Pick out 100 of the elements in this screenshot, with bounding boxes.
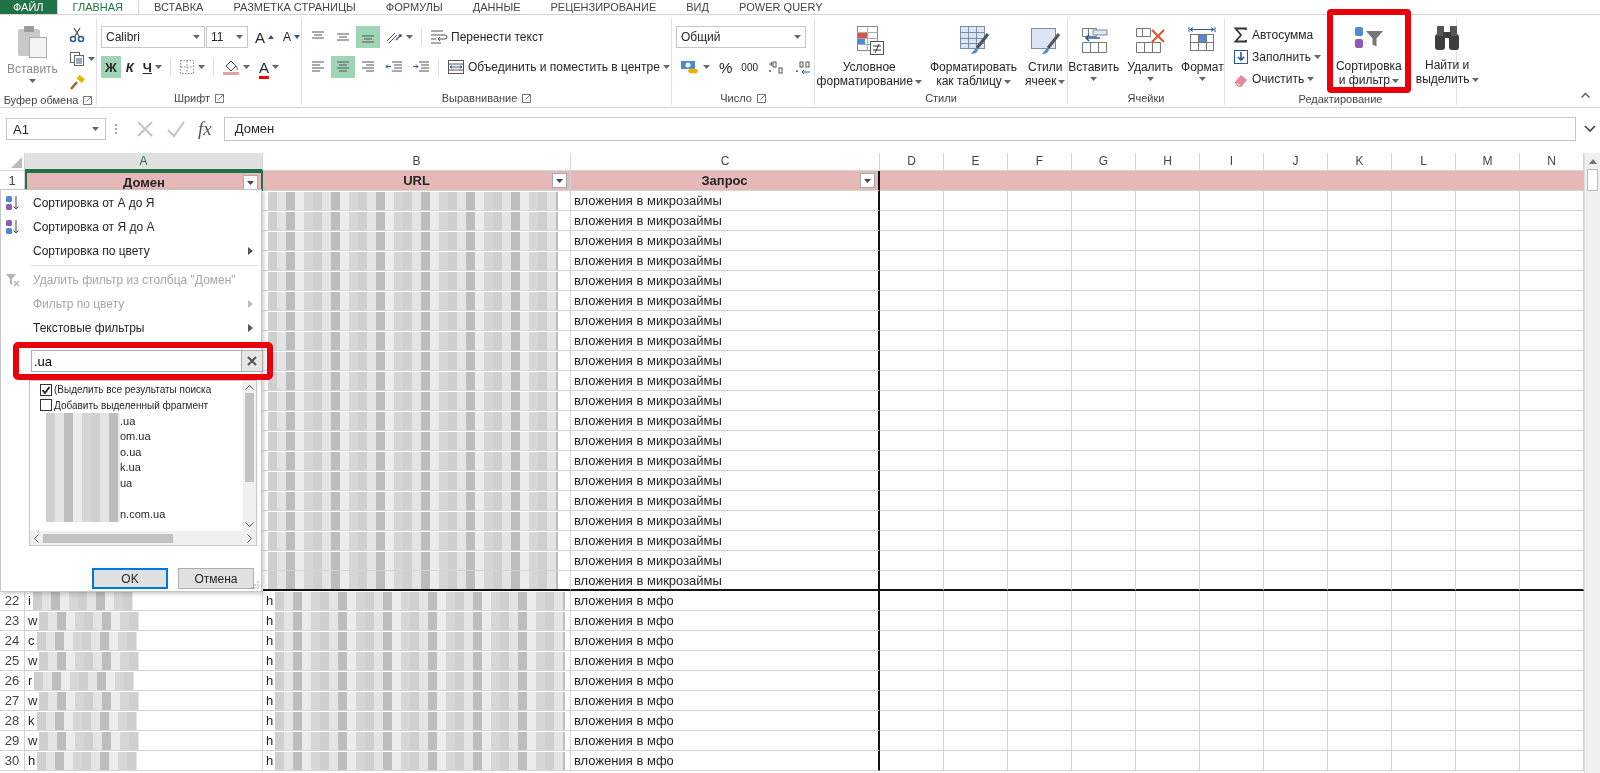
file-tab[interactable]: ФАЙЛ — [0, 0, 57, 14]
row-number[interactable]: 27 — [0, 691, 25, 711]
percent-button[interactable]: % — [715, 56, 737, 78]
checkbox[interactable] — [40, 383, 52, 396]
italic-button[interactable]: К — [121, 56, 138, 78]
table-cell: вложения в мфо — [571, 631, 880, 651]
dialog-button[interactable]: OK — [92, 568, 168, 589]
table-cell: вложения в мфо — [571, 591, 880, 611]
list-item[interactable]: k.ua — [120, 461, 141, 474]
list-item[interactable]: (Выделить все результаты поиска — [54, 384, 212, 396]
collapse-ribbon-icon[interactable] — [1581, 92, 1590, 98]
row-number[interactable]: 24 — [0, 631, 25, 651]
ribbon-tab[interactable]: РЕЦЕНЗИРОВАНИЕ — [535, 0, 672, 14]
empty-cell — [1456, 331, 1520, 351]
menu-item[interactable]: Сортировка от А до Я — [1, 191, 261, 215]
row-number[interactable]: 30 — [0, 751, 25, 771]
name-box[interactable]: A1 — [6, 118, 106, 140]
ribbon-tab[interactable]: ФОРМУЛЫ — [370, 0, 458, 14]
font-name-dropdown[interactable]: Calibri — [101, 26, 205, 48]
row-number[interactable]: 23 — [0, 611, 25, 631]
list-item[interactable]: Добавить выделенный фрагмент — [54, 399, 209, 411]
merge-center-button[interactable]: Объединить и поместить в центре — [443, 56, 674, 78]
delete-button[interactable]: Удалить — [1124, 24, 1177, 81]
shrink-font-button[interactable]: A — [279, 26, 305, 48]
thousands-button[interactable]: 000 — [737, 56, 763, 78]
scroll-thumb[interactable] — [245, 393, 254, 482]
column-header[interactable]: A — [25, 153, 263, 171]
empty-cell — [1200, 271, 1264, 291]
fill-button[interactable]: Заполнить — [1229, 46, 1325, 67]
ribbon-tab[interactable]: ГЛАВНАЯ — [56, 0, 140, 14]
list-item[interactable]: ua — [120, 476, 133, 489]
wrap-text-icon — [430, 29, 448, 45]
row-number[interactable]: 28 — [0, 711, 25, 731]
empty-cell — [1264, 251, 1328, 271]
empty-cell — [944, 491, 1008, 511]
filter-dropdown-button[interactable] — [243, 175, 258, 190]
list-item[interactable]: o.ua — [120, 445, 142, 458]
empty-cell — [1392, 271, 1456, 291]
row-number[interactable]: 26 — [0, 671, 25, 691]
wrap-text-button[interactable]: Перенести текст — [426, 26, 548, 48]
bold-button[interactable]: Ж — [101, 56, 121, 78]
menu-item[interactable]: Сортировка по цвету — [1, 239, 261, 263]
ribbon-tab[interactable]: ДАННЫЕ — [457, 0, 536, 14]
scroll-thumb[interactable] — [43, 533, 173, 543]
row-number[interactable]: 29 — [0, 731, 25, 751]
clear-search-button[interactable] — [241, 350, 263, 372]
filter-dropdown-button[interactable] — [552, 173, 567, 188]
sort-filter-button[interactable]: Сортировка и фильтр — [1332, 23, 1405, 87]
dialog-launcher-icon[interactable] — [215, 93, 225, 103]
dialog-launcher-icon[interactable] — [756, 93, 766, 103]
resize-grip-icon[interactable] — [251, 581, 259, 589]
scroll-up-button[interactable] — [1588, 159, 1597, 164]
empty-cell — [1072, 651, 1136, 671]
autosum-button[interactable]: Автосумма — [1229, 24, 1325, 45]
format-as-table-button[interactable]: Форматировать как таблицу — [926, 24, 1021, 88]
ribbon-tab[interactable]: POWER QUERY — [723, 0, 838, 14]
find-select-button[interactable]: Найти и выделить — [1412, 22, 1482, 86]
expand-icon[interactable] — [1584, 125, 1596, 133]
cell-text: r — [28, 673, 33, 688]
conditional-formatting-button[interactable]: Условное форматирование — [813, 24, 925, 88]
font-color-button[interactable]: A — [254, 56, 283, 78]
ribbon-tab[interactable]: ВИД — [671, 0, 724, 14]
clear-button[interactable]: Очистить — [1229, 68, 1325, 89]
menu-item[interactable]: Текстовые фильтры — [1, 316, 261, 340]
search-field[interactable]: .ua — [31, 350, 241, 372]
formula-field[interactable]: Домен — [223, 117, 1576, 141]
paste-button[interactable]: Вставить — [4, 24, 61, 83]
vertical-align-button[interactable] — [356, 26, 380, 48]
caret-icon — [406, 35, 413, 39]
list-item[interactable]: om.ua — [120, 430, 151, 443]
checkbox[interactable] — [40, 399, 52, 412]
grow-font-button[interactable]: A — [251, 26, 278, 48]
list-item[interactable]: .ua — [120, 414, 136, 427]
menu-item[interactable]: Сортировка от Я до А — [1, 215, 261, 239]
ribbon-tab[interactable]: РАЗМЕТКА СТРАНИЦЫ — [218, 0, 371, 14]
font-size-dropdown[interactable]: 11 — [206, 26, 248, 48]
list-scrollbar[interactable] — [30, 531, 256, 545]
row-number[interactable]: 25 — [0, 651, 25, 671]
dialog-launcher-icon[interactable] — [522, 93, 532, 103]
empty-cell — [880, 371, 944, 391]
dialog-launcher-icon[interactable] — [83, 95, 93, 105]
empty-cell — [1328, 311, 1392, 331]
filter-dropdown-button[interactable] — [860, 173, 875, 188]
empty-cell — [1136, 591, 1200, 611]
format-button[interactable]: Формат — [1178, 24, 1227, 81]
check-icon[interactable] — [166, 120, 186, 138]
underline-button[interactable]: Ч — [138, 56, 166, 78]
number-format-dropdown[interactable]: Общий — [676, 26, 806, 48]
dialog-button[interactable]: Отмена — [178, 568, 254, 589]
align-left-icon — [310, 60, 326, 74]
list-scrollbar[interactable] — [243, 381, 256, 531]
list-item[interactable]: n.com.ua — [120, 507, 166, 520]
ribbon-tab[interactable]: ВСТАВКА — [139, 0, 219, 14]
empty-cell — [1008, 391, 1072, 411]
horizontal-align-button[interactable] — [331, 56, 355, 78]
empty-cell — [944, 631, 1008, 651]
vertical-scrollbar[interactable] — [1584, 153, 1600, 773]
table-cell: вложения в микрозаймы — [571, 331, 880, 351]
insert-function-button[interactable]: fx — [198, 118, 212, 140]
scroll-thumb[interactable] — [1587, 169, 1598, 191]
